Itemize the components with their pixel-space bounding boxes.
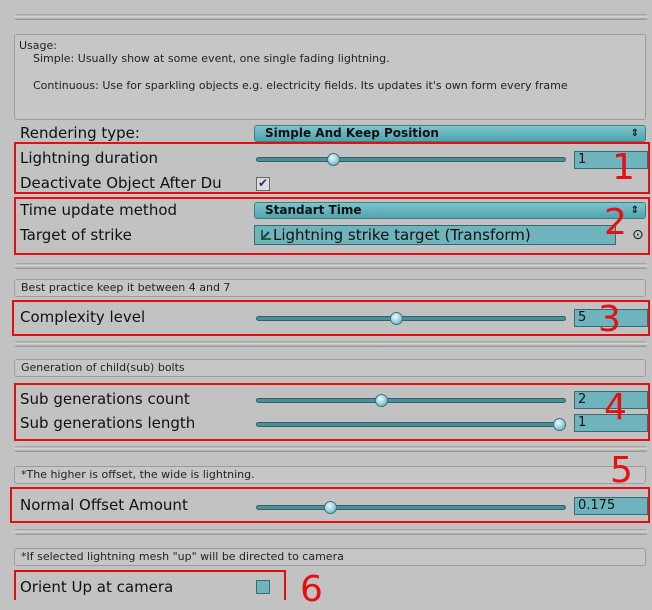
annotation-number-6: 6 [300,569,323,610]
annotation-number-2: 2 [604,202,627,243]
annotation-box-1 [14,142,650,194]
rendering-type-dropdown[interactable]: Simple And Keep Position ⇕ [254,125,646,142]
usage-help-title: Usage: [19,39,57,52]
top-separator [14,14,648,20]
annotation-number-3: 3 [598,299,621,340]
annotation-box-5 [10,487,650,523]
annotation-box-3 [12,300,650,336]
usage-help-box: Usage: Simple: Usually show at some even… [14,34,646,120]
rendering-type-value: Simple And Keep Position [265,126,439,140]
usage-help-continuous: Continuous: Use for sparkling objects e.… [33,79,568,92]
section-separator [14,263,648,269]
annotation-number-4: 4 [604,387,627,428]
generation-help-box: Generation of child(sub) bolts [14,359,646,377]
orient-help-text: *If selected lightning mesh "up" will be… [21,550,344,563]
section-separator [14,446,648,452]
section-separator [14,341,648,347]
rendering-type-label: Rendering type: [20,124,140,142]
complexity-help-text: Best practice keep it between 4 and 7 [21,281,231,294]
dropdown-arrow-icon: ⇕ [630,128,639,139]
offset-help-text: *The higher is offset, the wide is light… [21,468,255,481]
annotation-number-1: 1 [612,147,635,188]
annotation-number-5: 5 [610,450,633,491]
annotation-box-6 [14,570,286,600]
section-separator [14,529,648,535]
generation-help-text: Generation of child(sub) bolts [21,361,185,374]
annotation-box-4 [14,383,650,441]
annotation-box-2 [14,197,650,255]
usage-help-simple: Simple: Usually show at some event, one … [33,52,390,65]
offset-help-box: *The higher is offset, the wide is light… [14,466,646,484]
orient-help-box: *If selected lightning mesh "up" will be… [14,548,646,566]
complexity-help-box: Best practice keep it between 4 and 7 [14,279,646,297]
